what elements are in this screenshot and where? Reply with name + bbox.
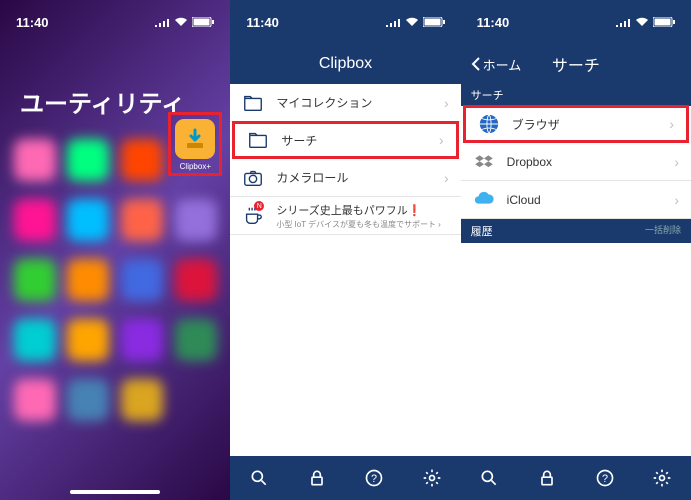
chevron-right-icon: › — [669, 116, 674, 132]
clipbox-main-screen: 11:40 Clipbox マイコレクション›サーチ›カメラロール›Nシリーズ史… — [230, 0, 460, 500]
lock-icon[interactable] — [307, 468, 327, 488]
nav-header: ホーム サーチ — [461, 44, 691, 84]
help-icon[interactable]: ? — [364, 468, 384, 488]
folder-icon — [247, 129, 269, 151]
camera-icon — [242, 167, 264, 189]
main-list: マイコレクション›サーチ›カメラロール›Nシリーズ史上最もパワフル❗小型 IoT… — [230, 84, 460, 456]
promo-text: シリーズ史上最もパワフル❗小型 IoT デバイスが夏も冬も温度でサポート › — [276, 202, 441, 230]
blurred-app[interactable] — [67, 139, 109, 181]
icloud-icon — [473, 189, 495, 211]
status-time: 11:40 — [16, 15, 49, 30]
search-screen: 11:40 ホーム サーチ サーチ ブラウザ›Dropbox›iCloud›履歴… — [461, 0, 691, 500]
wifi-icon — [635, 17, 649, 27]
blurred-app[interactable] — [121, 259, 163, 301]
bottom-bar: ? — [230, 456, 460, 500]
search-icon[interactable] — [249, 468, 269, 488]
row-label: カメラロール — [276, 169, 444, 186]
lock-icon[interactable] — [537, 468, 557, 488]
history-label: 履歴 — [471, 223, 493, 239]
list-row[interactable]: iCloud› — [461, 181, 691, 219]
home-screen: 11:40 ユーティリティ Clipbox+ — [0, 0, 230, 500]
battery-icon — [192, 17, 214, 27]
row-label: サーチ — [281, 132, 439, 149]
blurred-app[interactable] — [175, 319, 217, 361]
svg-text:?: ? — [371, 473, 377, 485]
battery-icon — [653, 17, 675, 27]
nav-title: サーチ — [552, 52, 600, 76]
clipbox-app[interactable]: Clipbox+ — [168, 112, 222, 176]
status-indicators — [615, 17, 675, 27]
blurred-app[interactable] — [121, 199, 163, 241]
signal-icon — [154, 17, 170, 27]
list-row[interactable]: カメラロール› — [230, 159, 460, 197]
blurred-app[interactable] — [14, 259, 56, 301]
search-icon[interactable] — [479, 468, 499, 488]
blurred-app[interactable] — [14, 199, 56, 241]
blurred-app[interactable] — [121, 319, 163, 361]
back-label: ホーム — [483, 55, 522, 74]
nav-title: Clipbox — [319, 55, 372, 73]
blurred-app[interactable] — [14, 379, 56, 421]
status-time: 11:40 — [246, 15, 279, 30]
signal-icon — [615, 17, 631, 27]
svg-text:?: ? — [602, 473, 608, 485]
nav-header: Clipbox — [230, 44, 460, 84]
blurred-app[interactable] — [175, 199, 217, 241]
status-indicators — [154, 17, 214, 27]
status-time: 11:40 — [477, 15, 510, 30]
status-bar: 11:40 — [230, 0, 460, 44]
row-label: ブラウザ — [512, 116, 670, 133]
blurred-app[interactable] — [175, 259, 217, 301]
section-label: サーチ — [461, 84, 691, 106]
chevron-right-icon: › — [674, 154, 679, 170]
clipbox-icon — [175, 119, 215, 159]
battery-icon — [423, 17, 445, 27]
gear-icon[interactable] — [422, 468, 442, 488]
blurred-app[interactable] — [121, 379, 163, 421]
back-button[interactable]: ホーム — [471, 55, 522, 74]
wifi-icon — [405, 17, 419, 27]
row-label: マイコレクション — [276, 94, 444, 111]
delete-all-button[interactable]: 一括削除 — [645, 223, 681, 239]
promo-row[interactable]: Nシリーズ史上最もパワフル❗小型 IoT デバイスが夏も冬も温度でサポート › — [230, 197, 460, 235]
home-indicator[interactable] — [70, 490, 160, 494]
gear-icon[interactable] — [652, 468, 672, 488]
blurred-app[interactable] — [67, 319, 109, 361]
blurred-app[interactable] — [67, 199, 109, 241]
help-icon[interactable]: ? — [595, 468, 615, 488]
blurred-app[interactable] — [14, 319, 56, 361]
chevron-right-icon: › — [674, 192, 679, 208]
status-bar: 11:40 — [0, 0, 230, 44]
row-label: Dropbox — [507, 155, 675, 169]
blurred-app[interactable] — [14, 139, 56, 181]
status-indicators — [385, 17, 445, 27]
dropbox-icon — [473, 151, 495, 173]
blurred-app[interactable] — [67, 259, 109, 301]
chevron-right-icon: › — [444, 170, 449, 186]
globe-icon — [478, 113, 500, 135]
list-row[interactable]: サーチ› — [232, 121, 458, 159]
chevron-left-icon — [471, 57, 481, 71]
blurred-app[interactable] — [121, 139, 163, 181]
chevron-right-icon: › — [444, 95, 449, 111]
bottom-bar: ? — [461, 456, 691, 500]
row-label: iCloud — [507, 193, 675, 207]
list-row[interactable]: ブラウザ› — [463, 105, 689, 143]
blurred-app[interactable] — [67, 379, 109, 421]
status-bar: 11:40 — [461, 0, 691, 44]
search-list: ブラウザ›Dropbox›iCloud›履歴一括削除 — [461, 106, 691, 456]
list-row[interactable]: マイコレクション› — [230, 84, 460, 122]
app-grid — [0, 139, 230, 421]
signal-icon — [385, 17, 401, 27]
history-header: 履歴 一括削除 — [461, 219, 691, 243]
wifi-icon — [174, 17, 188, 27]
folder-icon — [242, 92, 264, 114]
app-label: Clipbox+ — [173, 162, 217, 171]
chevron-right-icon: › — [439, 132, 444, 148]
list-row[interactable]: Dropbox› — [461, 143, 691, 181]
